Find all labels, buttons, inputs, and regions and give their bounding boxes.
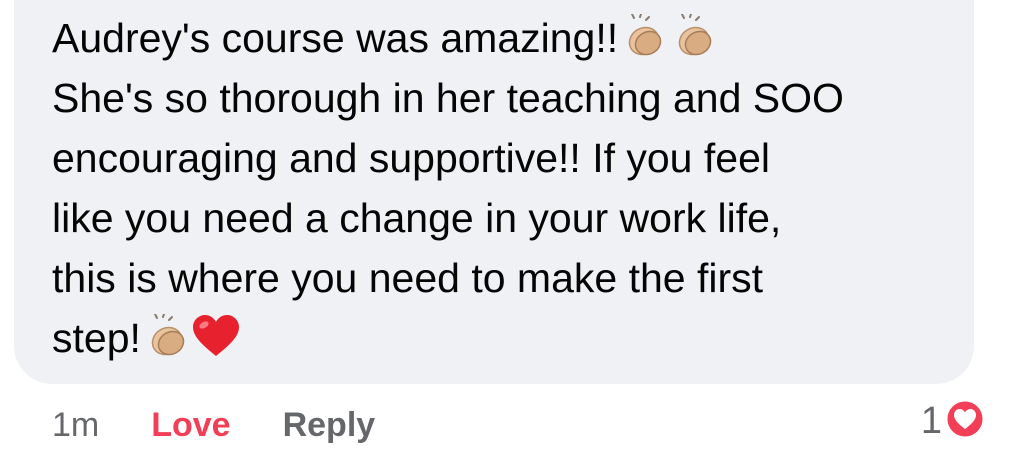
clapping-hands-icon (668, 14, 718, 58)
clapping-hands-icon (143, 314, 189, 358)
love-button[interactable]: Love (151, 406, 230, 445)
comment-line: She's so thorough in her teaching and SO… (52, 75, 844, 121)
comment-line: step! (52, 308, 952, 368)
comment-line: Audrey's course was amazing!! (52, 8, 952, 68)
reaction-summary[interactable]: 1 (921, 398, 986, 445)
clapping-hands-icon (620, 14, 666, 58)
timestamp[interactable]: 1m (52, 406, 99, 445)
love-reaction-icon (944, 398, 986, 445)
comment-container: Audrey's course was amazing!! She's so t… (0, 0, 1010, 462)
red-heart-icon (191, 314, 241, 358)
comment-line: encouraging and supportive!! If you feel (52, 135, 770, 181)
comment-line: this is where you need to make the first (52, 255, 764, 301)
reaction-count: 1 (920, 400, 942, 442)
comment-line: like you need a change in your work life… (52, 195, 782, 241)
comment-actions: 1m Love Reply (52, 400, 375, 450)
reply-button[interactable]: Reply (283, 406, 376, 445)
comment-text: Audrey's course was amazing!! She's so t… (52, 8, 952, 368)
